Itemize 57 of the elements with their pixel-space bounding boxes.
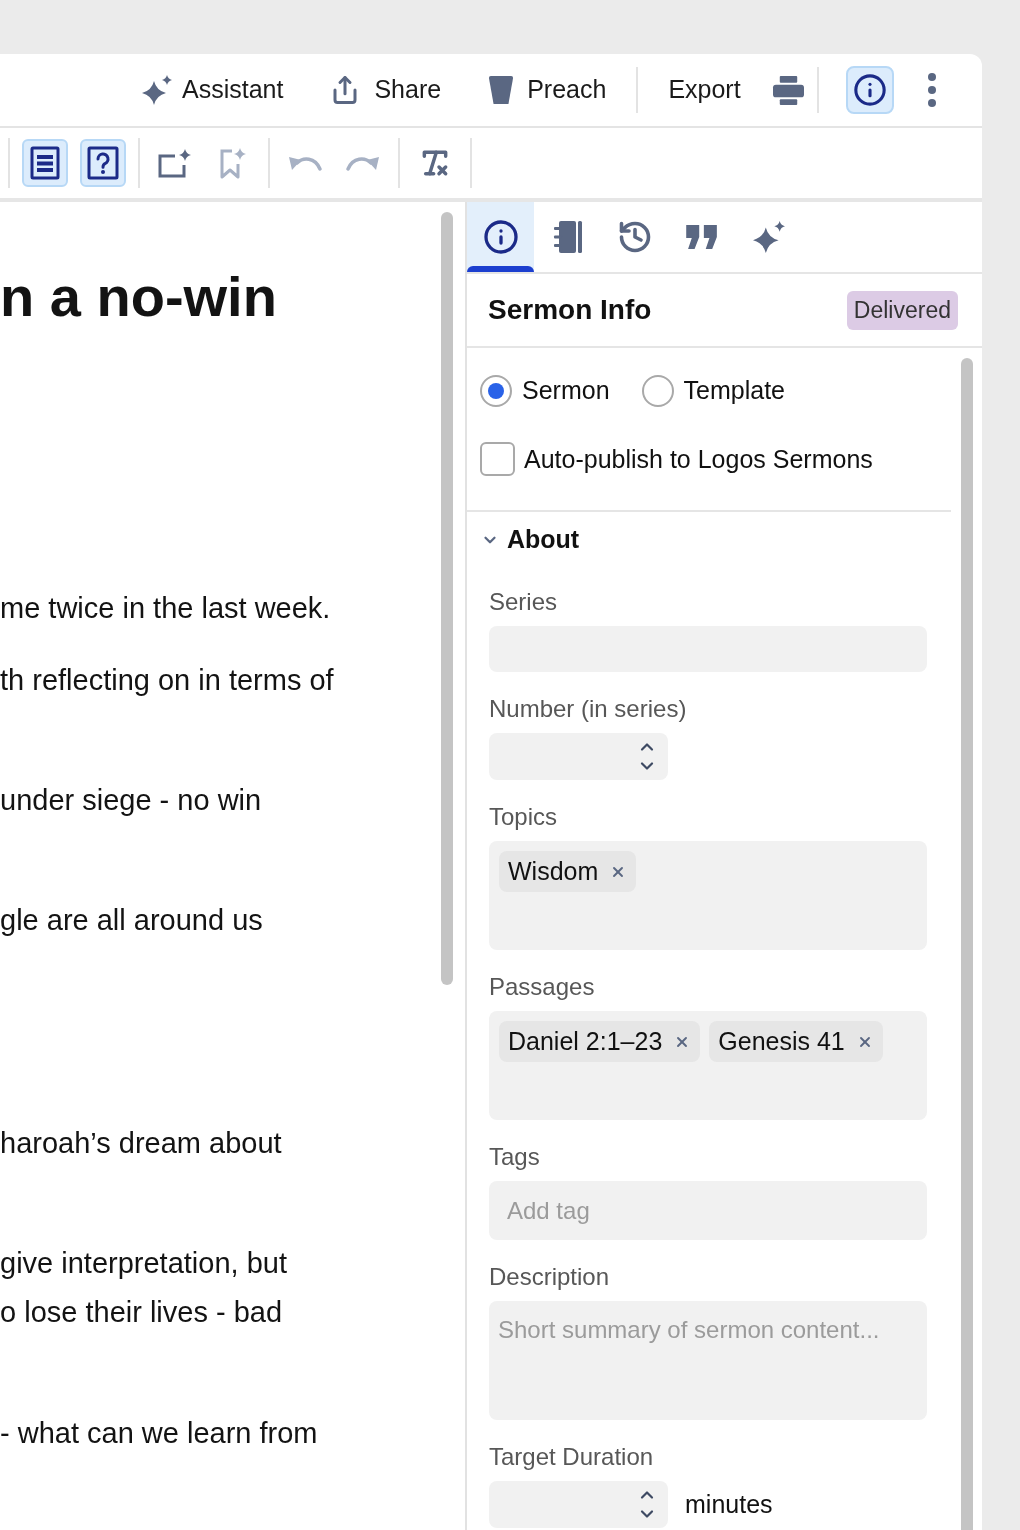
preach-button[interactable]: Preach <box>476 66 619 114</box>
chip-label: Wisdom <box>508 855 599 887</box>
help-toggle-button[interactable] <box>80 139 126 187</box>
bookmark-sparkle-icon <box>219 147 247 179</box>
help-icon <box>87 146 119 180</box>
document-paragraph: me twice in the last week. <box>0 591 331 626</box>
more-icon <box>927 73 936 107</box>
field-label: Tags <box>489 1142 541 1172</box>
status-badge: Delivered <box>846 290 958 330</box>
field-label: Series <box>489 587 559 617</box>
field-label: Description <box>489 1262 611 1292</box>
square-sparkle-icon <box>158 148 192 178</box>
sparkle-icon <box>752 221 785 253</box>
quote-icon <box>684 224 719 250</box>
document-paragraph: th reflecting on in terms of <box>0 663 334 698</box>
chips-field[interactable]: Daniel 2:1–23 Genesis 41 <box>489 1011 927 1120</box>
info-button[interactable] <box>845 66 894 114</box>
checkbox[interactable] <box>480 442 515 477</box>
number-field[interactable] <box>489 733 668 780</box>
document-heading: n a no-win <box>0 264 277 330</box>
chips-field[interactable]: Wisdom <box>489 841 927 950</box>
export-button[interactable]: Export <box>656 66 753 114</box>
document-paragraph: gle are all around us <box>0 903 263 938</box>
field-label: Target Duration <box>489 1442 655 1472</box>
unit-label: minutes <box>685 1488 773 1520</box>
outline-toggle-button[interactable] <box>22 139 68 187</box>
radio-button[interactable] <box>641 374 674 407</box>
field-label: Passages <box>489 972 596 1002</box>
scrollbar[interactable] <box>961 358 973 1530</box>
section-title[interactable]: About <box>507 521 580 559</box>
notebook-icon <box>552 220 583 254</box>
info-icon <box>482 219 519 255</box>
document-paragraph: - what can we learn from <box>0 1416 318 1451</box>
radio-button[interactable] <box>480 374 512 407</box>
field-label: Number (in series) <box>489 694 688 724</box>
tag-input-field[interactable]: Add tag <box>489 1181 927 1240</box>
field-label: Topics <box>489 802 559 832</box>
printer-icon <box>772 74 806 106</box>
share-button[interactable]: Share <box>318 66 454 114</box>
chip-label: Genesis 41 <box>718 1025 845 1057</box>
option-label: Template <box>683 375 785 406</box>
option-label: Sermon <box>522 375 610 406</box>
assistant-button[interactable]: Assistant <box>130 66 296 114</box>
sparkle-icon <box>142 75 172 105</box>
chip-label: Daniel 2:1–23 <box>508 1025 663 1057</box>
checkbox-label: Auto-publish to Logos Sermons <box>524 443 873 475</box>
info-icon <box>852 73 887 107</box>
number-field[interactable] <box>489 1481 668 1528</box>
document-paragraph: haroah’s dream about <box>0 1126 282 1161</box>
pulpit-icon <box>488 75 515 105</box>
document-paragraph: under siege - no win <box>0 783 262 818</box>
document-paragraph: give interpretation, but o lose their lives - bad <box>0 1246 287 1330</box>
panel-tab[interactable] <box>467 202 534 272</box>
panel-title: Sermon Info <box>488 293 652 327</box>
scrollbar[interactable] <box>441 212 453 985</box>
document-lines-icon <box>30 146 60 180</box>
description-field[interactable]: Short summary of sermon content... <box>489 1301 927 1420</box>
